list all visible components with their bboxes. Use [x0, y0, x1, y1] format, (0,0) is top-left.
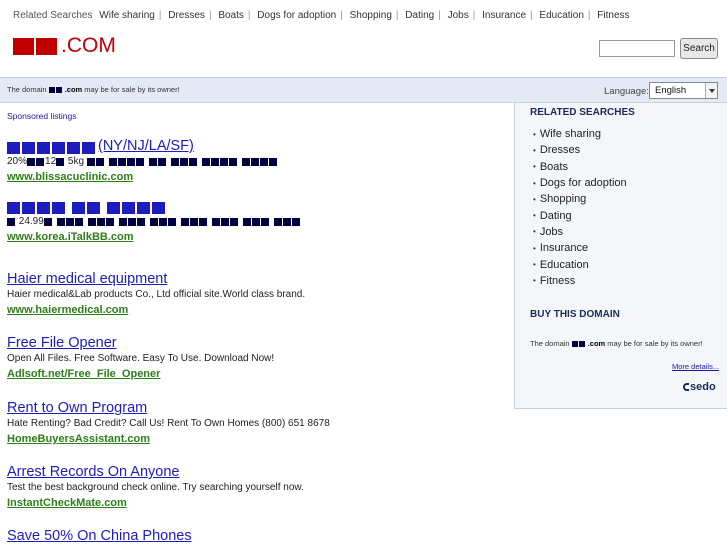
listing-url[interactable]: InstantCheckMate.com — [7, 497, 127, 509]
listing-description: Haier medical&Lab products Co., Ltd offi… — [7, 289, 306, 300]
top-related-link[interactable]: Shopping — [350, 10, 392, 21]
buy-domain-heading: BUY THIS DOMAIN — [530, 309, 620, 320]
listing: Save 50% On China Phones — [7, 528, 507, 544]
top-related-link[interactable]: Education — [539, 10, 583, 21]
top-related-label: Related Searches — [13, 10, 93, 21]
listing: Arrest Records On Anyone Test the best b… — [7, 464, 507, 511]
related-search-item[interactable]: • Shopping — [533, 191, 627, 207]
related-search-item[interactable]: • Dating — [533, 207, 627, 223]
top-related-link[interactable]: Dating — [405, 10, 434, 21]
logo-block — [13, 37, 34, 55]
related-search-item[interactable]: • Dogs for adoption — [533, 175, 627, 191]
related-search-item[interactable]: • Education — [533, 256, 627, 272]
top-related-link[interactable]: Wife sharing — [99, 10, 155, 21]
logo-block — [36, 37, 57, 55]
listing-url[interactable]: www.haiermedical.com — [7, 304, 128, 316]
listing-url[interactable]: www.korea.iTalkBB.com — [7, 231, 134, 243]
top-related-link[interactable]: Dresses — [168, 10, 205, 21]
logo-suffix: .COM — [61, 34, 116, 57]
listing-url[interactable]: Adlsoft.net/Free_File_Opener — [7, 368, 160, 380]
top-related-link[interactable]: Dogs for adoption — [257, 10, 336, 21]
listing-title[interactable]: Save 50% On China Phones — [7, 528, 507, 544]
listing-description: 20% 12 5kg — [7, 156, 507, 167]
listing-description: Hate Renting? Bad Credit? Call Us! Rent … — [7, 418, 330, 429]
listing-description: 24.99 — [7, 216, 507, 227]
top-related-searches: Related Searches Wife sharing | Dresses | … — [13, 10, 630, 21]
language-select[interactable]: English — [649, 82, 718, 99]
listing-description: Open All Files. Free Software. Easy To U… — [7, 353, 275, 364]
top-related-link[interactable]: Jobs — [448, 10, 469, 21]
search-form: Search — [599, 38, 718, 59]
listing-url[interactable]: www.blissacuclinic.com — [7, 171, 133, 183]
search-input[interactable] — [599, 40, 675, 57]
related-search-item[interactable]: • Dresses — [533, 142, 627, 158]
buy-domain-text: The domain .com may be for sale by its o… — [530, 339, 703, 348]
notice-domain: .com — [64, 85, 83, 94]
related-search-item[interactable]: • Boats — [533, 159, 627, 175]
top-related-link[interactable]: Fitness — [597, 10, 629, 21]
listing: (NY/NJ/LA/SF) 20% 12 5kg www.blissacucli… — [7, 138, 507, 185]
listing-url[interactable]: HomeBuyersAssistant.com — [7, 433, 150, 445]
related-search-item[interactable]: • Fitness — [533, 273, 627, 289]
listing: Haier medical equipment Haier medical&La… — [7, 271, 507, 318]
listing-title[interactable]: Rent to Own Program — [7, 400, 507, 416]
sale-notice: The domain .com may be for sale by its o… — [7, 85, 180, 94]
search-button[interactable]: Search — [680, 38, 718, 59]
related-search-item[interactable]: • Jobs — [533, 224, 627, 240]
listing-title[interactable]: Arrest Records On Anyone — [7, 464, 507, 480]
more-details-link[interactable]: More details... — [672, 362, 719, 371]
language-label: Language: — [604, 86, 649, 97]
listing-title[interactable]: Haier medical equipment — [7, 271, 507, 287]
top-related-link[interactable]: Insurance — [482, 10, 526, 21]
related-searches-heading: RELATED SEARCHES — [530, 107, 635, 118]
listing: 24.99 www.korea.iTalkBB.com — [7, 202, 507, 245]
listing: Free File Opener Open All Files. Free So… — [7, 335, 507, 382]
right-sidebar: RELATED SEARCHES • Wife sharing • Dresses … — [514, 103, 727, 409]
chevron-down-icon — [705, 83, 717, 98]
listing-description: Test the best background check online. T… — [7, 482, 304, 493]
sedo-logo-icon[interactable]: sedo — [683, 381, 716, 393]
listing-title[interactable]: Free File Opener — [7, 335, 507, 351]
related-searches-list: • Wife sharing • Dresses • Boats • Dogs for … — [533, 126, 627, 289]
listing: Rent to Own Program Hate Renting? Bad Cr… — [7, 400, 507, 447]
language-selected: English — [655, 85, 687, 96]
top-related-link[interactable]: Boats — [218, 10, 244, 21]
related-search-item[interactable]: • Wife sharing — [533, 126, 627, 142]
listing-title[interactable] — [7, 202, 507, 214]
listing-title[interactable]: (NY/NJ/LA/SF) — [7, 138, 507, 154]
sponsored-label: Sponsored listings — [7, 111, 77, 121]
notice-bar: The domain .com may be for sale by its o… — [0, 77, 727, 103]
site-logo: .COM — [13, 35, 116, 57]
related-search-item[interactable]: • Insurance — [533, 240, 627, 256]
